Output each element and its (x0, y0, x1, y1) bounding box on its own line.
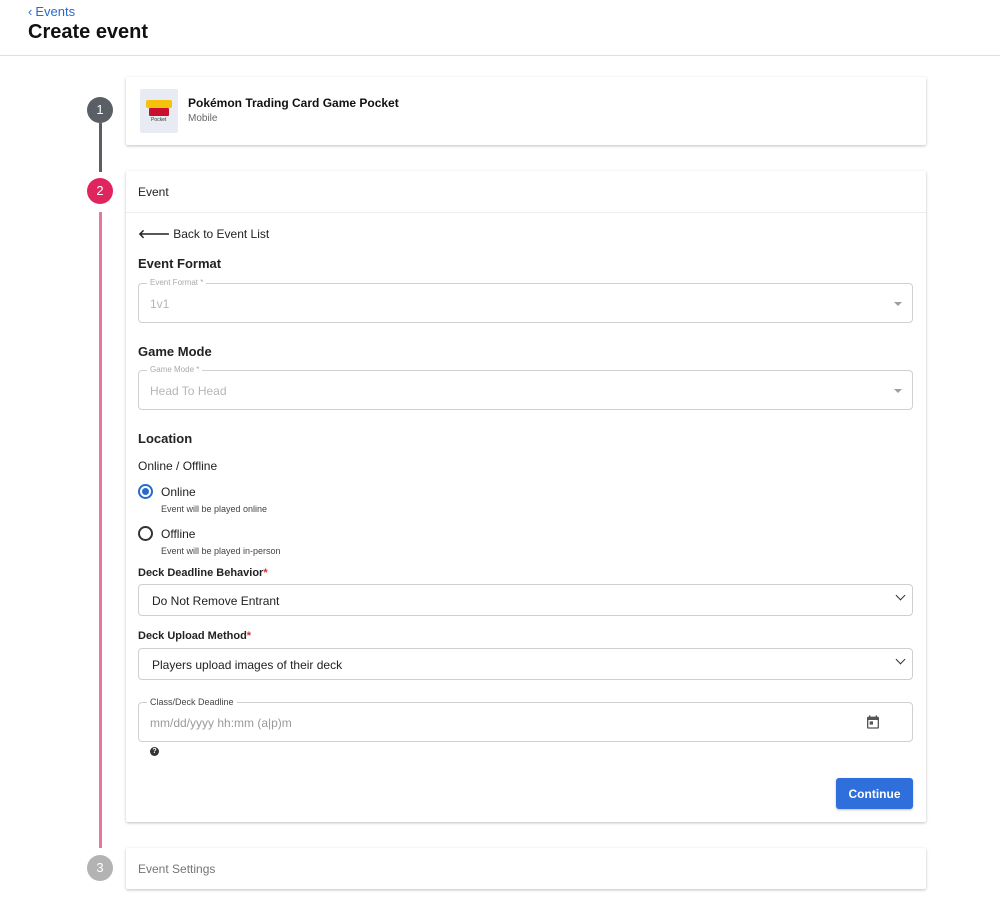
event-settings-card[interactable]: Event Settings (126, 848, 926, 889)
game-mode-label: Game Mode * (147, 365, 203, 374)
event-settings-title: Event Settings (138, 862, 216, 876)
caret-down-icon (894, 389, 902, 393)
deck-deadline-behavior-value: Do Not Remove Entrant (152, 594, 280, 608)
game-card[interactable]: Pocket Pokémon Trading Card Game Pocket … (126, 77, 926, 145)
event-format-heading: Event Format (138, 256, 222, 271)
event-format-label: Event Format * (147, 278, 207, 287)
step-connector-1 (99, 123, 102, 172)
back-to-events-link[interactable]: ‹ Events (28, 4, 75, 19)
chevron-down-icon (895, 654, 906, 665)
online-radio-help: Event will be played online (161, 504, 268, 514)
event-card-header: Event (126, 171, 926, 213)
arrow-left-icon: 🡐 (138, 227, 171, 241)
offline-radio-label[interactable]: Offline (161, 527, 195, 541)
caret-down-icon (894, 302, 902, 306)
step-1-indicator[interactable]: 1 (87, 97, 113, 123)
step-2-indicator[interactable]: 2 (87, 178, 113, 204)
location-heading: Location (138, 431, 193, 446)
back-to-event-list-link[interactable]: 🡐 Back to Event List (138, 226, 269, 241)
online-offline-label: Online / Offline (138, 459, 218, 473)
game-platform: Mobile (188, 113, 218, 124)
step-3-indicator[interactable]: 3 (87, 855, 113, 881)
game-mode-select[interactable]: Game Mode * Head To Head (138, 365, 913, 410)
deck-deadline-datetime-input[interactable]: Class/Deck Deadline mm/dd/yyyy hh:mm (a|… (138, 697, 913, 742)
back-link-label: Events (35, 4, 76, 19)
event-card: Event 🡐 Back to Event List Event Format E… (126, 171, 926, 822)
event-card-title: Event (138, 185, 169, 199)
event-format-select[interactable]: Event Format * 1v1 (138, 278, 913, 323)
page-header: ‹ Events Create event (0, 0, 1000, 56)
online-radio-label[interactable]: Online (161, 485, 196, 499)
game-name: Pokémon Trading Card Game Pocket (188, 96, 399, 110)
deck-upload-method-label: Deck Upload Method* (138, 630, 252, 642)
calendar-icon[interactable] (865, 714, 881, 730)
game-thumbnail: Pocket (140, 89, 178, 133)
chevron-left-icon: ‹ (28, 4, 33, 19)
offline-radio[interactable] (138, 526, 153, 541)
deck-deadline-behavior-label: Deck Deadline Behavior* (138, 567, 268, 579)
offline-radio-help: Event will be played in-person (161, 546, 281, 556)
online-radio[interactable] (138, 484, 153, 499)
event-format-value: 1v1 (150, 297, 170, 311)
deck-deadline-behavior-select[interactable]: Do Not Remove Entrant (138, 584, 913, 616)
chevron-down-icon (895, 590, 906, 601)
step-connector-2 (99, 212, 102, 848)
game-mode-value: Head To Head (150, 384, 227, 398)
deck-upload-method-value: Players upload images of their deck (152, 658, 343, 672)
game-mode-heading: Game Mode (138, 344, 212, 359)
back-to-event-list-label: Back to Event List (173, 227, 270, 241)
page-title: Create event (28, 21, 149, 43)
continue-button[interactable]: Continue (836, 778, 913, 809)
deck-deadline-placeholder: mm/dd/yyyy hh:mm (a|p)m (150, 716, 292, 730)
deck-deadline-label: Class/Deck Deadline (147, 697, 237, 707)
question-circle-icon[interactable]: ? (150, 747, 159, 756)
deck-upload-method-select[interactable]: Players upload images of their deck (138, 648, 913, 680)
